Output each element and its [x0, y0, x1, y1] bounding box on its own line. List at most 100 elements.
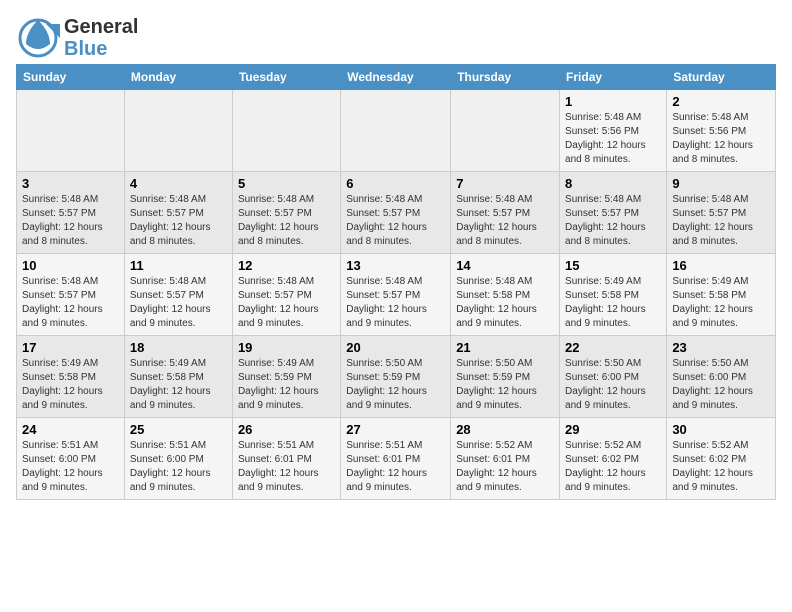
day-cell: 25 Sunrise: 5:51 AM Sunset: 6:00 PM Dayli… [124, 418, 232, 500]
day-cell: 22Sunrise: 5:50 AM Sunset: 6:00 PM Dayli… [560, 336, 667, 418]
day-cell: 28Sunrise: 5:52 AM Sunset: 6:01 PM Dayli… [451, 418, 560, 500]
day-number: 7 [456, 176, 554, 191]
logo-blue: Blue [64, 38, 138, 60]
day-cell: 6Sunrise: 5:48 AM Sunset: 5:57 PM Daylig… [341, 172, 451, 254]
day-number: 18 [130, 340, 227, 355]
day-detail: Sunrise: 5:48 AM Sunset: 5:57 PM Dayligh… [130, 193, 227, 249]
day-cell: 14Sunrise: 5:48 AM Sunset: 5:58 PM Dayli… [451, 254, 560, 336]
day-detail: Sunrise: 5:50 AM Sunset: 6:00 PM Dayligh… [672, 357, 770, 413]
day-cell: 11 Sunrise: 5:48 AM Sunset: 5:57 PM Dayli… [124, 254, 232, 336]
week-row-1: 1 Sunrise: 5:48 AM Sunset: 5:56 PM Daylig… [17, 90, 776, 172]
day-cell [341, 90, 451, 172]
day-number: 15 [565, 258, 661, 273]
day-detail: Sunrise: 5:48 AM Sunset: 5:56 PM Dayligh… [672, 111, 770, 167]
day-detail: Sunrise: 5:49 AM Sunset: 5:58 PM Dayligh… [672, 275, 770, 331]
day-cell: 13 Sunrise: 5:48 AM Sunset: 5:57 PM Dayli… [341, 254, 451, 336]
day-number: 17 [22, 340, 119, 355]
day-detail: Sunrise: 5:48 AM Sunset: 5:57 PM Dayligh… [238, 193, 335, 249]
day-detail: Sunrise: 5:48 AM Sunset: 5:57 PM Dayligh… [22, 193, 119, 249]
day-detail: Sunrise: 5:50 AM Sunset: 6:00 PM Dayligh… [565, 357, 661, 413]
day-number: 1 [565, 94, 661, 109]
day-cell [451, 90, 560, 172]
day-number: 12 [238, 258, 335, 273]
week-row-4: 17 Sunrise: 5:49 AM Sunset: 5:58 PM Dayli… [17, 336, 776, 418]
day-detail: Sunrise: 5:52 AM Sunset: 6:02 PM Dayligh… [672, 439, 770, 495]
day-number: 5 [238, 176, 335, 191]
day-cell: 12 Sunrise: 5:48 AM Sunset: 5:57 PM Dayli… [232, 254, 340, 336]
day-cell: 8 Sunrise: 5:48 AM Sunset: 5:57 PM Daylig… [560, 172, 667, 254]
day-number: 26 [238, 422, 335, 437]
day-number: 21 [456, 340, 554, 355]
day-cell: 23 Sunrise: 5:50 AM Sunset: 6:00 PM Dayli… [667, 336, 776, 418]
day-detail: Sunrise: 5:48 AM Sunset: 5:57 PM Dayligh… [130, 275, 227, 331]
day-number: 19 [238, 340, 335, 355]
day-number: 20 [346, 340, 445, 355]
day-number: 8 [565, 176, 661, 191]
day-detail: Sunrise: 5:49 AM Sunset: 5:58 PM Dayligh… [565, 275, 661, 331]
day-detail: Sunrise: 5:48 AM Sunset: 5:57 PM Dayligh… [238, 275, 335, 331]
week-row-5: 24 Sunrise: 5:51 AM Sunset: 6:00 PM Dayli… [17, 418, 776, 500]
day-cell: 26 Sunrise: 5:51 AM Sunset: 6:01 PM Dayli… [232, 418, 340, 500]
col-header-monday: Monday [124, 65, 232, 90]
col-header-sunday: Sunday [17, 65, 125, 90]
day-detail: Sunrise: 5:51 AM Sunset: 6:01 PM Dayligh… [346, 439, 445, 495]
day-cell: 1 Sunrise: 5:48 AM Sunset: 5:56 PM Daylig… [560, 90, 667, 172]
calendar-table: SundayMondayTuesdayWednesdayThursdayFrid… [16, 64, 776, 500]
day-number: 23 [672, 340, 770, 355]
day-cell: 21Sunrise: 5:50 AM Sunset: 5:59 PM Dayli… [451, 336, 560, 418]
day-number: 10 [22, 258, 119, 273]
day-number: 14 [456, 258, 554, 273]
day-detail: Sunrise: 5:48 AM Sunset: 5:57 PM Dayligh… [456, 193, 554, 249]
day-detail: Sunrise: 5:49 AM Sunset: 5:59 PM Dayligh… [238, 357, 335, 413]
day-cell: 15 Sunrise: 5:49 AM Sunset: 5:58 PM Dayli… [560, 254, 667, 336]
col-header-wednesday: Wednesday [341, 65, 451, 90]
day-number: 29 [565, 422, 661, 437]
day-cell: 29 Sunrise: 5:52 AM Sunset: 6:02 PM Dayli… [560, 418, 667, 500]
day-cell: 17 Sunrise: 5:49 AM Sunset: 5:58 PM Dayli… [17, 336, 125, 418]
page-header: General Blue [16, 16, 776, 60]
day-cell: 4 Sunrise: 5:48 AM Sunset: 5:57 PM Daylig… [124, 172, 232, 254]
day-number: 24 [22, 422, 119, 437]
day-detail: Sunrise: 5:49 AM Sunset: 5:58 PM Dayligh… [130, 357, 227, 413]
day-cell: 5 Sunrise: 5:48 AM Sunset: 5:57 PM Daylig… [232, 172, 340, 254]
day-cell: 30 Sunrise: 5:52 AM Sunset: 6:02 PM Dayli… [667, 418, 776, 500]
logo-general: General [64, 16, 138, 38]
day-number: 3 [22, 176, 119, 191]
col-header-tuesday: Tuesday [232, 65, 340, 90]
day-detail: Sunrise: 5:51 AM Sunset: 6:00 PM Dayligh… [22, 439, 119, 495]
day-cell [17, 90, 125, 172]
day-detail: Sunrise: 5:52 AM Sunset: 6:02 PM Dayligh… [565, 439, 661, 495]
week-row-3: 10 Sunrise: 5:48 AM Sunset: 5:57 PM Dayli… [17, 254, 776, 336]
day-cell [232, 90, 340, 172]
day-number: 27 [346, 422, 445, 437]
day-detail: Sunrise: 5:49 AM Sunset: 5:58 PM Dayligh… [22, 357, 119, 413]
day-number: 13 [346, 258, 445, 273]
day-cell: 2 Sunrise: 5:48 AM Sunset: 5:56 PM Daylig… [667, 90, 776, 172]
day-number: 28 [456, 422, 554, 437]
col-header-saturday: Saturday [667, 65, 776, 90]
col-header-thursday: Thursday [451, 65, 560, 90]
day-cell [124, 90, 232, 172]
day-cell: 9Sunrise: 5:48 AM Sunset: 5:57 PM Daylig… [667, 172, 776, 254]
day-number: 16 [672, 258, 770, 273]
day-number: 2 [672, 94, 770, 109]
day-detail: Sunrise: 5:48 AM Sunset: 5:56 PM Dayligh… [565, 111, 661, 167]
day-cell: 18 Sunrise: 5:49 AM Sunset: 5:58 PM Dayli… [124, 336, 232, 418]
day-number: 6 [346, 176, 445, 191]
day-number: 4 [130, 176, 227, 191]
day-cell: 16 Sunrise: 5:49 AM Sunset: 5:58 PM Dayli… [667, 254, 776, 336]
day-detail: Sunrise: 5:48 AM Sunset: 5:57 PM Dayligh… [672, 193, 770, 249]
day-cell: 3 Sunrise: 5:48 AM Sunset: 5:57 PM Daylig… [17, 172, 125, 254]
day-number: 25 [130, 422, 227, 437]
day-detail: Sunrise: 5:50 AM Sunset: 5:59 PM Dayligh… [346, 357, 445, 413]
day-number: 11 [130, 258, 227, 273]
col-header-friday: Friday [560, 65, 667, 90]
day-detail: Sunrise: 5:48 AM Sunset: 5:57 PM Dayligh… [346, 275, 445, 331]
day-number: 30 [672, 422, 770, 437]
day-detail: Sunrise: 5:51 AM Sunset: 6:01 PM Dayligh… [238, 439, 335, 495]
day-detail: Sunrise: 5:48 AM Sunset: 5:57 PM Dayligh… [565, 193, 661, 249]
day-detail: Sunrise: 5:48 AM Sunset: 5:57 PM Dayligh… [22, 275, 119, 331]
day-detail: Sunrise: 5:51 AM Sunset: 6:00 PM Dayligh… [130, 439, 227, 495]
header-row: SundayMondayTuesdayWednesdayThursdayFrid… [17, 65, 776, 90]
day-cell: 7 Sunrise: 5:48 AM Sunset: 5:57 PM Daylig… [451, 172, 560, 254]
